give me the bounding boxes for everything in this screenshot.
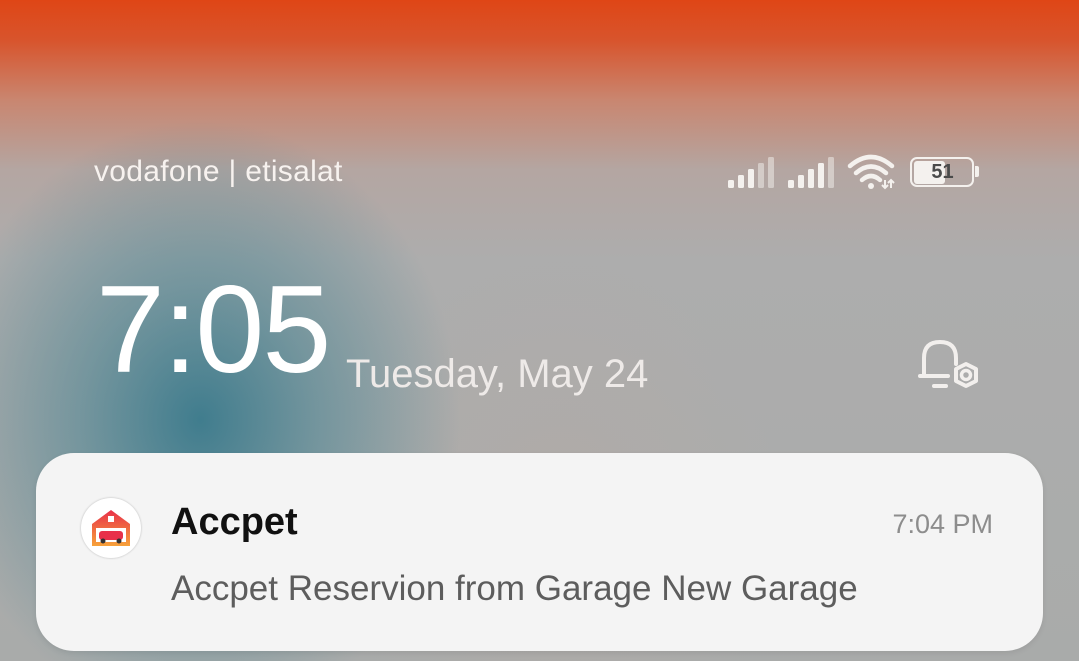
notification-card[interactable]: Accpet 7:04 PM Accpet Reservion from Gar… xyxy=(36,453,1043,651)
lock-screen: { "status_bar": { "carrier": "vodafone |… xyxy=(0,0,1079,661)
notification-time: 7:04 PM xyxy=(892,509,993,539)
bell-gear-icon[interactable] xyxy=(918,336,988,398)
lock-date: Tuesday, May 24 xyxy=(346,352,649,396)
battery-icon: 51 xyxy=(910,157,979,187)
lock-clock: 7:05 xyxy=(96,261,331,399)
status-bar: vodafone | etisalat 51 xyxy=(0,150,1079,196)
notification-body: Accpet Reservion from Garage New Garage xyxy=(171,569,858,608)
carrier-name: vodafone | etisalat xyxy=(94,155,343,188)
battery-level: 51 xyxy=(931,161,954,183)
notification-app-name: Accpet xyxy=(171,501,298,543)
signal-sim2-icon xyxy=(788,157,834,188)
garage-house-icon xyxy=(81,498,141,558)
signal-sim1-icon xyxy=(728,157,774,188)
wifi-icon xyxy=(847,154,895,190)
